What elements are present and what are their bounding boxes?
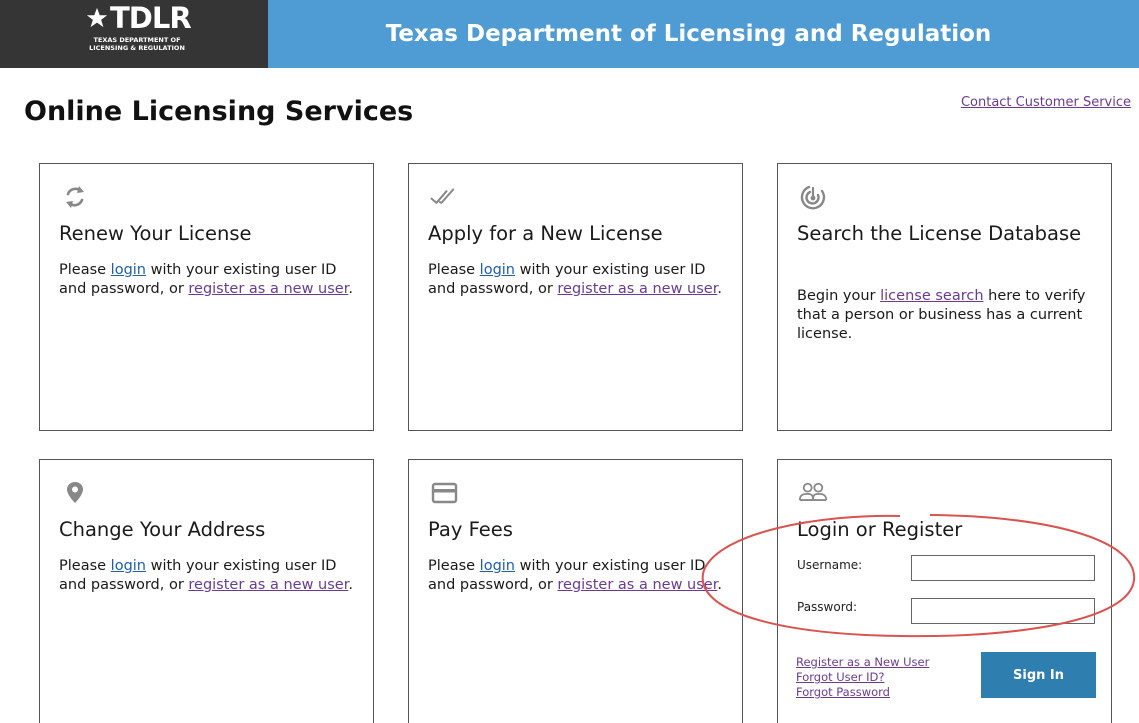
register-link[interactable]: register as a new user <box>188 577 348 593</box>
card-text: Please <box>428 262 480 278</box>
card-text: Please <box>59 558 111 574</box>
card-title: Change Your Address <box>59 518 266 541</box>
forgot-user-id-link[interactable]: Forgot User ID? <box>796 670 929 685</box>
password-input[interactable] <box>911 598 1095 624</box>
logo-wordmark: TDLR <box>110 1 192 35</box>
texas-star-icon <box>86 7 108 28</box>
card-text: Please <box>59 262 111 278</box>
register-link[interactable]: register as a new user <box>188 281 348 297</box>
card-apply-new-license: Apply for a New License Please login wit… <box>408 163 743 431</box>
card-body: Begin your license search here to verify… <box>797 287 1097 344</box>
card-text: . <box>717 577 722 593</box>
users-icon <box>798 482 828 501</box>
sign-in-button[interactable]: Sign In <box>981 652 1096 698</box>
card-title: Search the License Database <box>797 222 1082 245</box>
card-title: Login or Register <box>797 518 963 541</box>
logo-subtitle-line-1: TEXAS DEPARTMENT OF <box>93 36 181 44</box>
card-text: . <box>348 281 353 297</box>
login-link[interactable]: login <box>111 262 146 278</box>
contact-customer-service-link[interactable]: Contact Customer Service <box>961 95 1131 110</box>
card-text: . <box>717 281 722 297</box>
account-links: Register as a New User Forgot User ID? F… <box>796 655 929 700</box>
card-text: Begin your <box>797 288 881 304</box>
renew-icon <box>66 186 84 208</box>
card-text: . <box>348 577 353 593</box>
location-pin-icon <box>67 482 83 503</box>
page-title: Online Licensing Services <box>24 96 414 127</box>
login-link[interactable]: login <box>111 558 146 574</box>
card-title: Pay Fees <box>428 518 513 541</box>
tdlr-logo[interactable]: TDLR TEXAS DEPARTMENT OF LICENSING & REG… <box>0 0 268 68</box>
login-link[interactable]: login <box>480 262 515 278</box>
card-login-register: Login or Register Username: Password: Re… <box>777 459 1112 723</box>
card-pay-fees: Pay Fees Please login with your existing… <box>408 459 743 723</box>
username-label: Username: <box>797 558 863 572</box>
card-text: Please <box>428 558 480 574</box>
card-body: Please login with your existing user ID … <box>59 261 359 299</box>
login-link[interactable]: login <box>480 558 515 574</box>
card-search-license-database: Search the License Database Begin your l… <box>777 163 1112 431</box>
card-body: Please login with your existing user ID … <box>59 557 359 595</box>
card-body: Please login with your existing user ID … <box>428 557 728 595</box>
card-body: Please login with your existing user ID … <box>428 261 728 299</box>
checkmark-icon <box>430 188 455 204</box>
register-link[interactable]: register as a new user <box>557 281 717 297</box>
card-title: Renew Your License <box>59 222 252 245</box>
register-link[interactable]: register as a new user <box>557 577 717 593</box>
forgot-password-link[interactable]: Forgot Password <box>796 685 929 700</box>
password-label: Password: <box>797 600 858 614</box>
site-header: TDLR TEXAS DEPARTMENT OF LICENSING & REG… <box>0 0 1139 68</box>
logo-subtitle-line-2: LICENSING & REGULATION <box>89 44 185 52</box>
card-title: Apply for a New License <box>428 222 663 245</box>
credit-card-icon <box>431 482 458 504</box>
logo-subtitle: TEXAS DEPARTMENT OF LICENSING & REGULATI… <box>82 36 192 52</box>
register-new-user-link[interactable]: Register as a New User <box>796 655 929 670</box>
title-bar: Texas Department of Licensing and Regula… <box>268 0 1139 68</box>
site-title: Texas Department of Licensing and Regula… <box>385 21 992 47</box>
card-renew-license: Renew Your License Please login with you… <box>39 163 374 431</box>
username-input[interactable] <box>911 555 1095 581</box>
card-change-address: Change Your Address Please login with yo… <box>39 459 374 723</box>
radar-icon <box>800 185 826 210</box>
license-search-link[interactable]: license search <box>880 288 983 304</box>
